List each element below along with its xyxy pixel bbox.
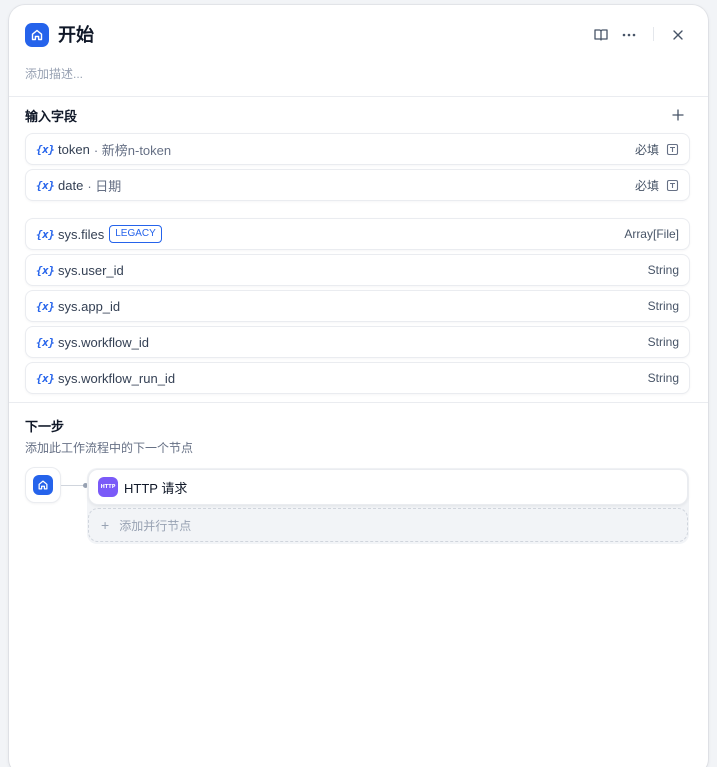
variable-icon: {x} (36, 178, 55, 192)
variable-name: sys.files (58, 226, 105, 242)
book-icon[interactable] (591, 25, 611, 45)
variable-icon: {x} (36, 142, 55, 156)
variable-icon: {x} (36, 371, 55, 385)
variable-name: sys.workflow_run_id (58, 370, 176, 386)
variable-name: sys.app_id (58, 298, 121, 314)
variable-type: String (647, 335, 679, 349)
page-title[interactable]: 开始 (58, 23, 94, 47)
variable-type: Array[File] (624, 227, 679, 241)
legacy-badge: LEGACY (109, 225, 162, 243)
variable-name: token (58, 141, 90, 157)
input-field-date[interactable]: {x} date · 日期 必填 (25, 169, 690, 201)
add-input-button[interactable] (669, 108, 687, 126)
home-icon (33, 475, 53, 495)
divider (9, 402, 708, 403)
system-field-workflow-run-id[interactable]: {x} sys.workflow_run_id String (25, 362, 690, 394)
input-field-token[interactable]: {x} token · 新榜n-token 必填 (25, 133, 690, 165)
add-parallel-label: 添加并行节点 (119, 518, 192, 533)
next-step-title: 下一步 (25, 419, 65, 434)
variable-icon: {x} (36, 299, 55, 313)
next-step-subtitle: 添加此工作流程中的下一个节点 (25, 441, 194, 455)
system-field-user-id[interactable]: {x} sys.user_id String (25, 254, 690, 286)
panel-header: 开始 (9, 5, 708, 65)
close-icon[interactable] (668, 25, 688, 45)
http-request-node[interactable]: HTTP HTTP 请求 (88, 469, 688, 505)
text-input-icon (665, 142, 679, 156)
variable-icon: {x} (36, 263, 55, 277)
variable-icon: {x} (36, 227, 55, 241)
node-panel: 开始 添加描述... 输入字段 {x} token · 新榜n-token 必填 (9, 5, 708, 767)
home-icon (25, 23, 49, 47)
node-label: HTTP 请求 (124, 480, 188, 496)
plus-icon: + (101, 517, 110, 533)
start-node (25, 467, 61, 503)
text-input-icon (665, 178, 679, 192)
variable-name: sys.user_id (58, 262, 124, 278)
variable-type: String (647, 371, 679, 385)
http-icon: HTTP (98, 477, 118, 497)
variable-name: date (58, 177, 84, 193)
system-field-files[interactable]: {x} sys.files LEGACY Array[File] (25, 218, 690, 250)
required-text: 必填 (634, 142, 659, 157)
variable-label: · 日期 (87, 178, 122, 194)
variable-name: sys.workflow_id (58, 334, 150, 350)
variable-icon: {x} (36, 335, 55, 349)
variable-type: String (647, 263, 679, 277)
divider (9, 96, 708, 97)
description-field[interactable]: 添加描述... (25, 66, 83, 82)
variable-type: String (647, 299, 679, 313)
required-text: 必填 (634, 178, 659, 193)
header-divider (653, 27, 654, 41)
more-icon[interactable] (619, 25, 639, 45)
add-parallel-node-button[interactable]: + 添加并行节点 (88, 508, 688, 542)
system-field-workflow-id[interactable]: {x} sys.workflow_id String (25, 326, 690, 358)
system-field-app-id[interactable]: {x} sys.app_id String (25, 290, 690, 322)
variable-label: · 新榜n-token (93, 142, 172, 158)
plus-icon (672, 108, 684, 126)
input-fields-title: 输入字段 (25, 109, 78, 124)
